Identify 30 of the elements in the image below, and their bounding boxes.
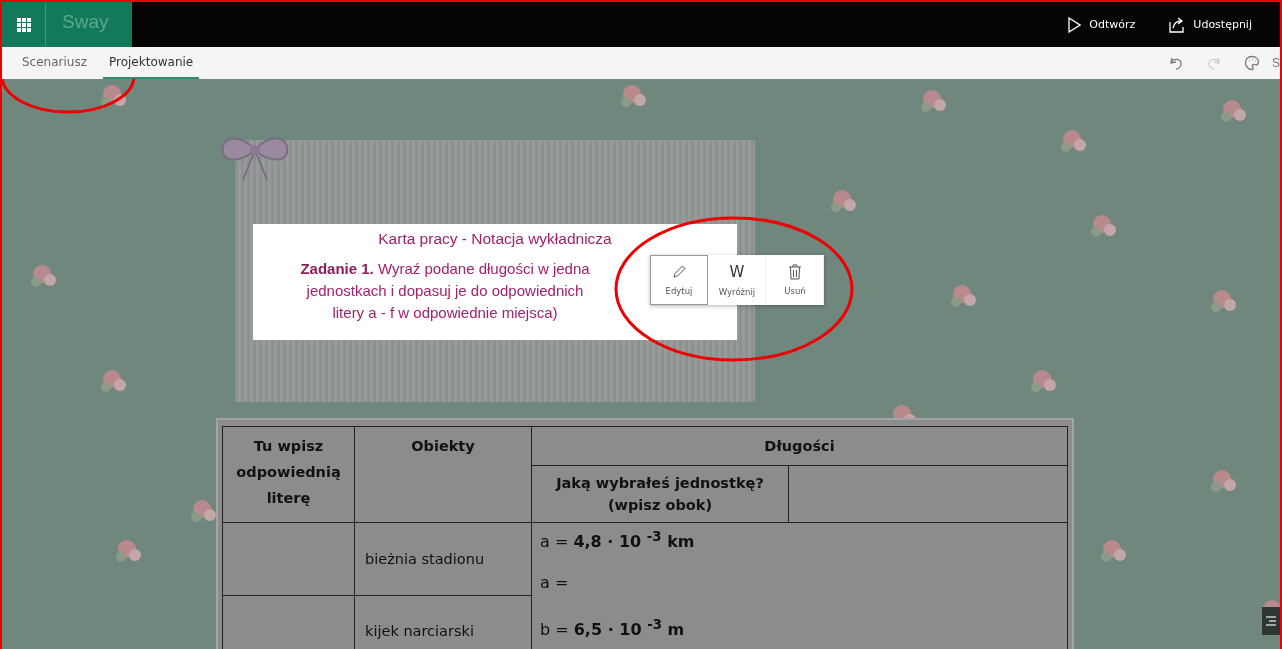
card-heading: Karta pracy - Notacja wykładnicza [377,230,613,248]
length-text: a = [540,573,570,594]
pencil-icon [671,264,687,280]
delete-button[interactable]: Usuń [766,255,824,305]
table-header: Obiekty [354,426,532,523]
length-text: a = 4,8 · 10 $^{-3}$ km [540,529,696,554]
undo-icon[interactable] [1168,55,1184,71]
table-header: Jaką wybrałeś jednostkę? (wpisz obok) [531,465,789,523]
palette-icon [1244,55,1260,71]
task-text: Zadanie 1. Wyraź podane długości w jedna [300,259,590,279]
app-name: Sway [46,2,132,47]
task-text: litery a - f w odpowiednie miejsca) [332,303,558,323]
share-icon [1169,16,1186,33]
share-button[interactable]: Udostępnij [1163,15,1258,34]
navigation-button[interactable] [1262,607,1280,635]
length-text: b = 6,5 · 10 $^{-3}$ m [540,617,686,642]
table-header: Długości [531,426,1068,466]
task-text: jednostkach i dopasuj je do odpowiednich [306,281,584,301]
grid-icon [16,17,31,32]
tab[interactable]: Scenariusz [16,47,93,79]
trash-icon [788,264,802,280]
app-launcher-button[interactable] [2,2,46,47]
play-button[interactable]: Odtwórz [1061,15,1142,34]
table-cell: bieżnia stadionu [354,522,532,595]
play-icon [1067,16,1082,33]
edit-button[interactable]: Edytuj [650,255,708,305]
design-button[interactable]: S [1238,47,1280,79]
table-header: Tu wpisz odpowiednią literę [222,426,355,523]
list-icon [1266,615,1276,627]
emphasize-button[interactable]: W Wyróżnij [708,255,766,305]
